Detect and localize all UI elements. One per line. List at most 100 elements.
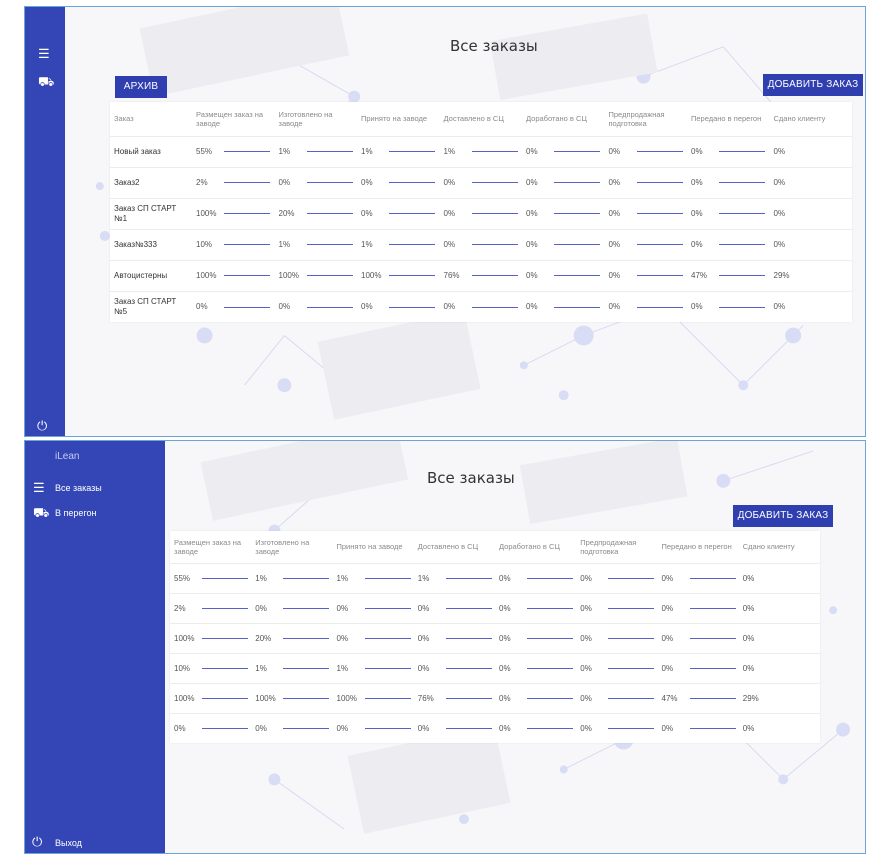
stage-cell: 100% xyxy=(332,682,414,713)
table-row[interactable]: Заказ СП СТАРТ №1 100% 20% 0% 0% 0% 0% 0% 0% xyxy=(110,197,852,229)
stage-connector xyxy=(527,728,573,730)
stage-percent: 0% xyxy=(174,723,186,733)
table-row[interactable]: Автоцистерны 100% 100% 100% 76% 0% 0% 47% 29% xyxy=(110,259,852,291)
stage-cell: 0% xyxy=(439,228,522,260)
stage-percent: 29% xyxy=(773,271,790,280)
stage-percent: 0% xyxy=(580,723,592,733)
table-row[interactable]: 55% 1% 1% 1% 0% 0% 0% 0% xyxy=(170,562,820,593)
table-row[interactable]: Заказ СП СТАРТ №5 0% 0% 0% 0% 0% 0% 0% 0% xyxy=(110,290,852,322)
page-title: Все заказы xyxy=(450,37,538,55)
stage-connector xyxy=(636,306,683,308)
stage-percent: 0% xyxy=(661,573,674,583)
stage-cell: 0% xyxy=(522,228,605,260)
stage-connector xyxy=(202,697,248,699)
stage-cell: 0% xyxy=(738,592,820,623)
stage-percent: 0% xyxy=(742,663,755,673)
page-title: Все заказы xyxy=(427,469,515,487)
stage-cell: 0% xyxy=(576,562,658,593)
stage-cell: 1% xyxy=(332,562,414,593)
orders-table: Заказ Размещен заказ на заводе Изготовлен… xyxy=(110,102,852,322)
stage-connector xyxy=(636,151,683,153)
stage-cell: 55% xyxy=(170,562,252,593)
stage-percent: 1% xyxy=(278,240,291,249)
col-header-stage: Передано в перегон xyxy=(691,114,762,124)
stage-percent: 0% xyxy=(336,633,349,643)
stage-percent: 76% xyxy=(417,693,434,703)
stage-connector xyxy=(224,275,270,277)
stage-connector xyxy=(554,306,600,308)
stage-percent: 0% xyxy=(417,603,430,613)
stage-connector xyxy=(719,244,765,246)
stage-percent: 0% xyxy=(443,209,456,218)
stage-percent: 0% xyxy=(580,693,592,703)
stage-connector xyxy=(608,577,655,579)
stage-percent: 0% xyxy=(526,302,538,312)
stage-percent: 0% xyxy=(526,209,538,218)
stage-percent: 0% xyxy=(499,573,511,583)
stage-cell: 0% xyxy=(413,592,495,623)
stage-percent: 20% xyxy=(255,633,272,643)
stage-percent: 0% xyxy=(278,302,291,312)
stage-cell: 47% xyxy=(657,682,739,713)
stage-percent: 55% xyxy=(196,147,213,156)
stage-cell: 0% xyxy=(357,166,440,198)
stage-cell: 0% xyxy=(687,166,770,198)
stage-cell: 0% xyxy=(439,197,522,229)
stage-percent: 0% xyxy=(196,302,208,312)
archive-button[interactable]: АРХИВ xyxy=(115,76,167,98)
stage-percent: 20% xyxy=(278,209,295,218)
stage-cell: 10% xyxy=(192,228,275,260)
sidebar-item-label: В перегон xyxy=(55,508,97,518)
stage-percent: 0% xyxy=(499,603,511,613)
stage-connector xyxy=(608,728,655,730)
truck-icon[interactable]: ⛟ xyxy=(38,75,54,88)
stage-connector xyxy=(202,607,248,609)
stage-connector xyxy=(689,667,736,669)
stage-connector xyxy=(689,637,736,639)
stage-connector xyxy=(554,213,600,215)
list-icon[interactable]: ☰ xyxy=(38,47,50,60)
stage-connector xyxy=(719,306,765,308)
stage-cell: 0% xyxy=(522,197,605,229)
stage-cell: 20% xyxy=(274,197,357,229)
stage-cell: 2% xyxy=(192,166,275,198)
add-order-button[interactable]: ДОБАВИТЬ ЗАКАЗ xyxy=(763,74,863,96)
stage-percent: 55% xyxy=(174,573,191,583)
stage-percent: 0% xyxy=(661,723,674,733)
stage-cell: 20% xyxy=(251,622,333,653)
stage-percent: 0% xyxy=(499,663,511,673)
stage-cell: 100% xyxy=(357,259,440,291)
stage-percent: 0% xyxy=(773,302,786,312)
table-row[interactable]: 100% 100% 100% 76% 0% 0% 47% 29% xyxy=(170,682,820,713)
stage-cell: 0% xyxy=(495,622,577,653)
stage-connector xyxy=(554,275,600,277)
stage-connector xyxy=(306,244,353,246)
stage-cell: 76% xyxy=(439,259,522,291)
table-row[interactable]: Заказ№333 10% 1% 1% 0% 0% 0% 0% 0% xyxy=(110,228,852,260)
stage-percent: 10% xyxy=(174,663,191,673)
stage-percent: 1% xyxy=(443,147,456,156)
stage-percent: 1% xyxy=(336,573,349,583)
col-header-stage: Доработано в СЦ xyxy=(526,114,587,124)
stage-percent: 0% xyxy=(691,240,703,249)
table-row[interactable]: 10% 1% 1% 0% 0% 0% 0% 0% xyxy=(170,652,820,683)
stage-percent: 1% xyxy=(278,147,291,156)
table-row[interactable]: Заказ2 2% 0% 0% 0% 0% 0% 0% 0% xyxy=(110,166,852,198)
stage-percent: 0% xyxy=(499,693,511,703)
stage-cell: 0% xyxy=(192,290,275,322)
stage-cell: 0% xyxy=(769,228,852,260)
table-row[interactable]: 0% 0% 0% 0% 0% 0% 0% 0% xyxy=(170,712,820,743)
stage-cell: 0% xyxy=(495,682,577,713)
stage-connector xyxy=(608,607,655,609)
power-icon[interactable]: ⏻ xyxy=(37,419,47,432)
stage-cell: 0% xyxy=(576,652,658,683)
stage-percent: 0% xyxy=(608,178,621,187)
stage-percent: 0% xyxy=(691,209,703,218)
add-order-button[interactable]: ДОБАВИТЬ ЗАКАЗ xyxy=(733,505,833,527)
stage-percent: 100% xyxy=(196,209,217,218)
table-row[interactable]: 2% 0% 0% 0% 0% 0% 0% 0% xyxy=(170,592,820,623)
table-row[interactable]: 100% 20% 0% 0% 0% 0% 0% 0% xyxy=(170,622,820,653)
table-row[interactable]: Новый заказ 55% 1% 1% 1% 0% 0% 0% 0% xyxy=(110,135,852,167)
stage-connector xyxy=(224,213,270,215)
stage-connector xyxy=(389,151,435,153)
